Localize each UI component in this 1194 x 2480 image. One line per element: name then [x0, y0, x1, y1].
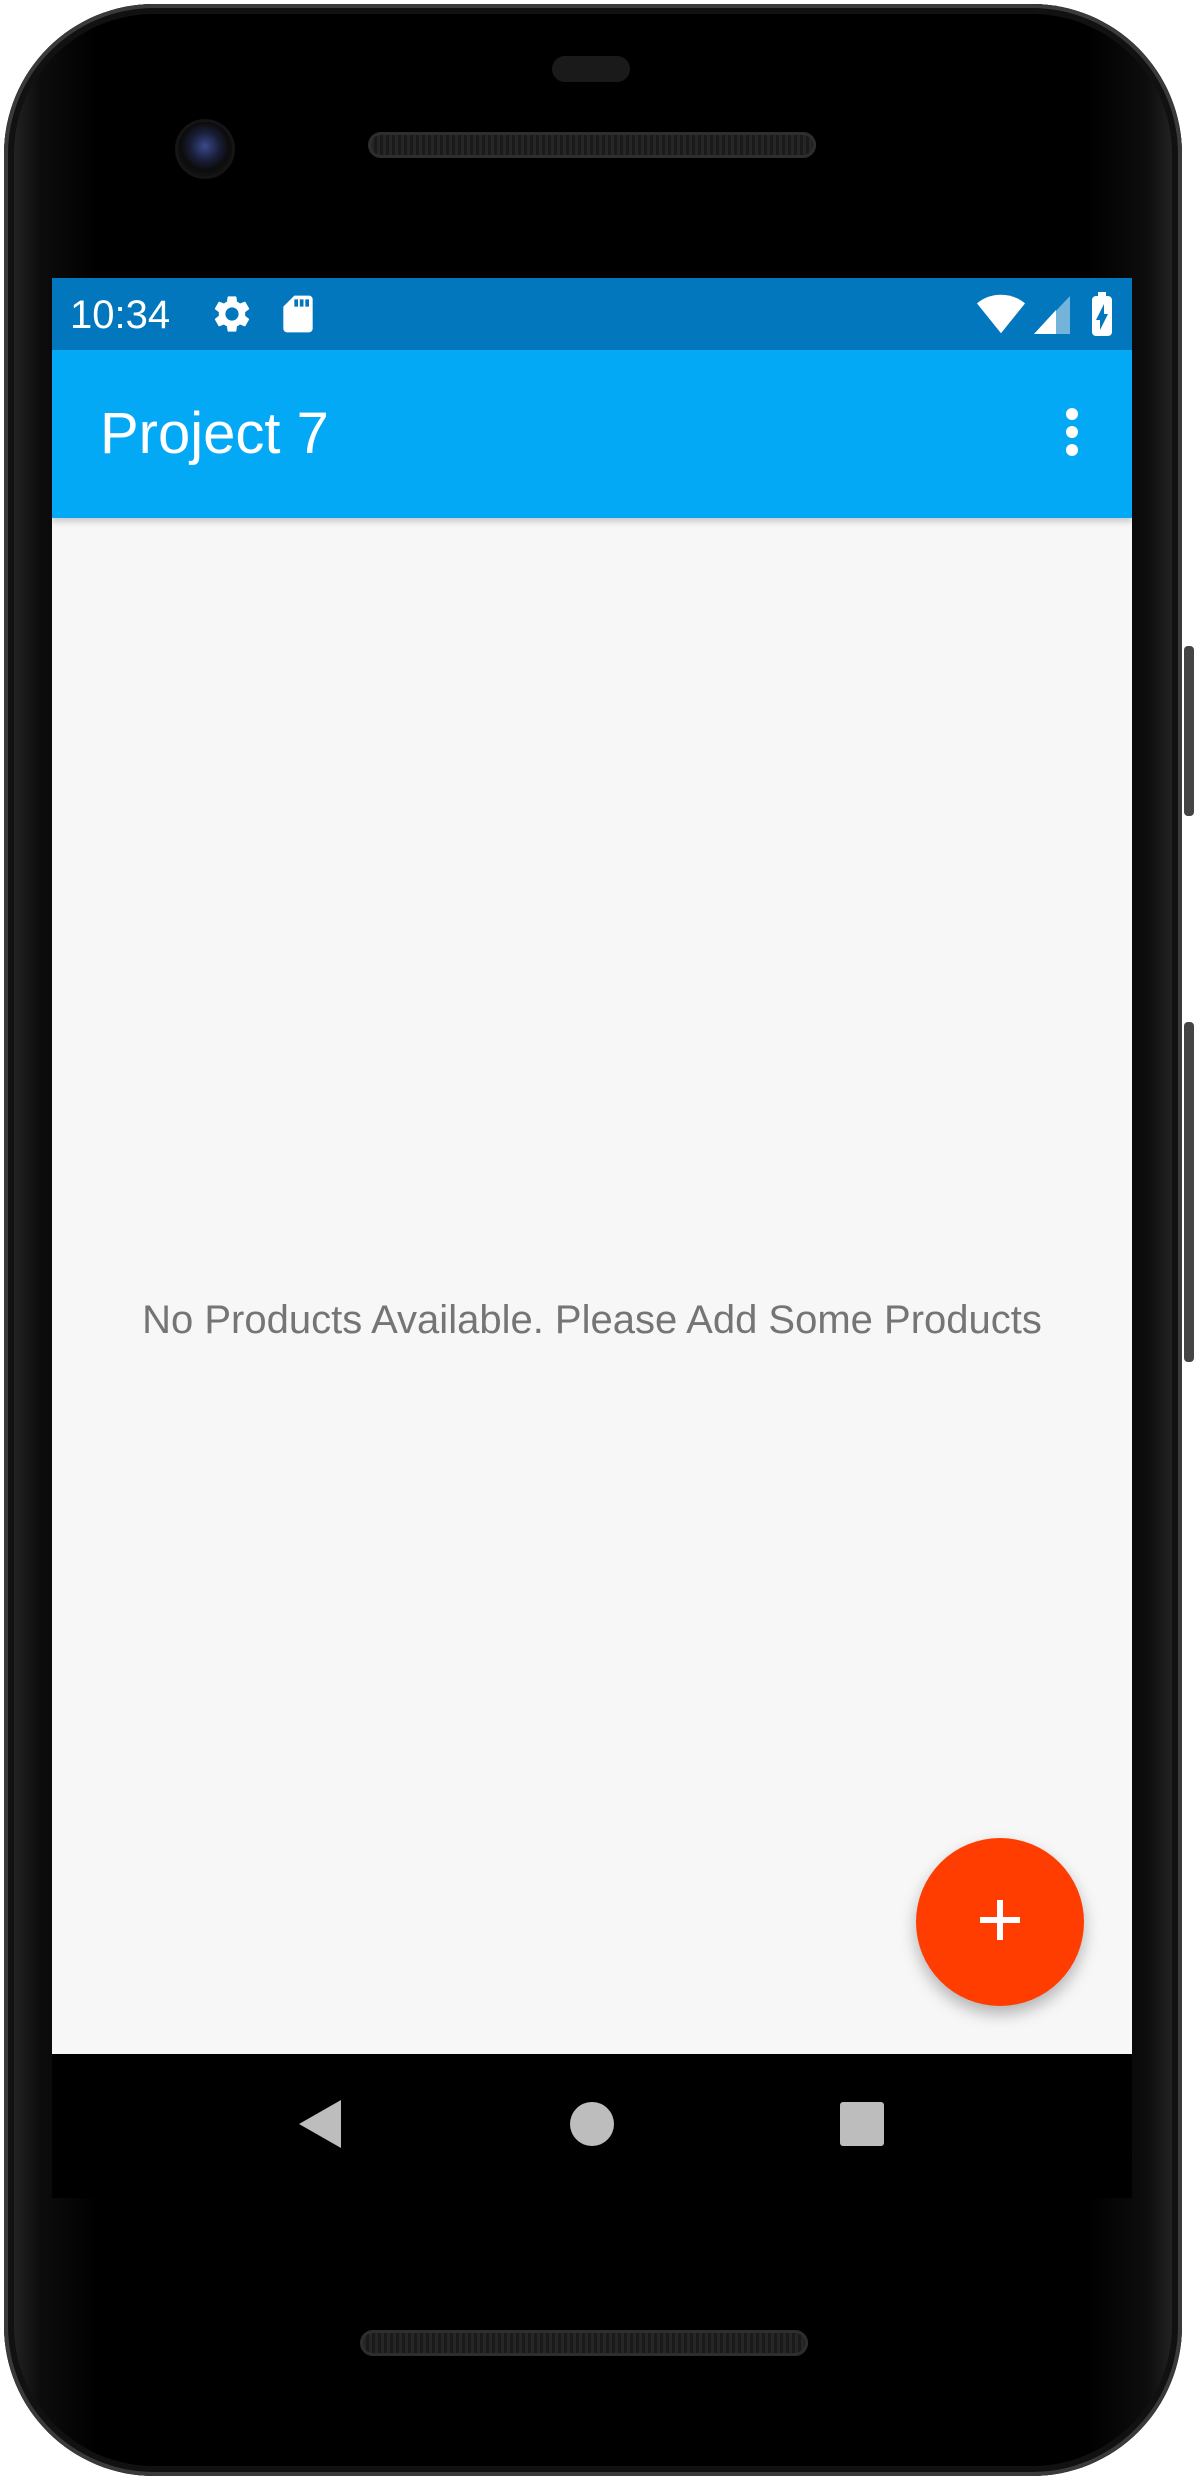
cell-signal-icon: [1032, 292, 1072, 336]
battery-charging-icon: [1088, 292, 1116, 336]
status-bar: 10:34: [52, 278, 1132, 350]
screen: 10:34 Project 7 No Products Available. P…: [52, 278, 1132, 2054]
earpiece: [552, 56, 630, 82]
recents-icon: [839, 2101, 885, 2152]
navigation-bar: [52, 2054, 1132, 2198]
back-icon: [297, 2098, 343, 2155]
status-time: 10:34: [70, 293, 171, 337]
front-camera: [178, 122, 232, 176]
more-options-button[interactable]: [1042, 398, 1102, 470]
sd-card-icon: [278, 292, 318, 336]
home-button[interactable]: [562, 2096, 622, 2156]
add-product-button[interactable]: [916, 1838, 1084, 2006]
home-icon: [569, 2101, 615, 2152]
bottom-speaker: [360, 2330, 808, 2356]
back-button[interactable]: [290, 2096, 350, 2156]
empty-state-message: No Products Available. Please Add Some P…: [142, 1298, 1042, 1342]
product-list-area: No Products Available. Please Add Some P…: [52, 518, 1132, 2054]
power-button: [1184, 646, 1194, 816]
recents-button[interactable]: [832, 2096, 892, 2156]
top-speaker: [368, 132, 816, 158]
settings-icon: [210, 292, 254, 336]
more-vert-icon: [1064, 407, 1080, 462]
app-title: Project 7: [100, 401, 329, 466]
app-bar: Project 7: [52, 350, 1132, 518]
volume-button: [1184, 1022, 1194, 1362]
device-frame: 10:34 Project 7 No Products Available. P…: [0, 0, 1194, 2480]
wifi-icon: [976, 292, 1026, 336]
add-icon: [976, 1896, 1024, 1949]
